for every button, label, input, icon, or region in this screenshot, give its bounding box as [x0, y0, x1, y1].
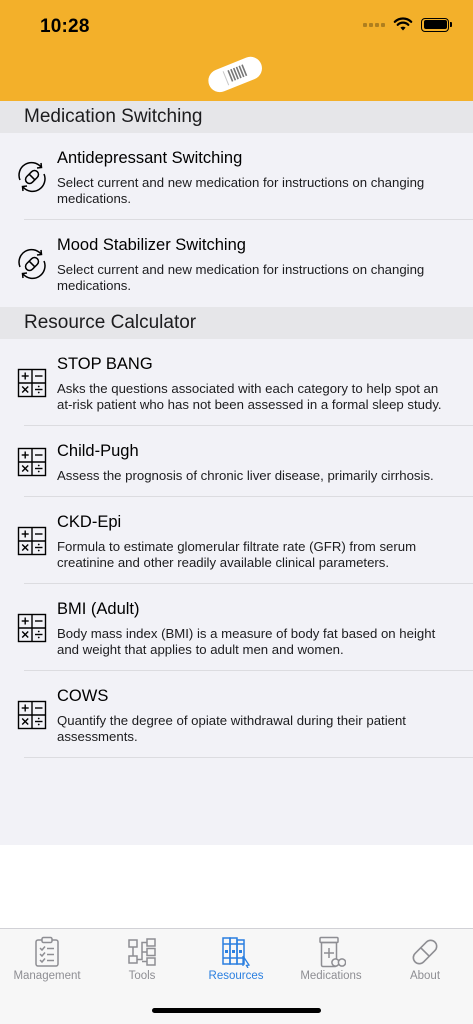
tab-tools[interactable]: Tools	[95, 929, 189, 989]
tab-about[interactable]: About	[378, 929, 472, 989]
resource-list[interactable]: Medication Switching Antidepressant Swit…	[0, 101, 473, 845]
list-item-title: COWS	[57, 687, 109, 705]
list-item-description: Select current and new medication for in…	[57, 175, 425, 206]
top-header: 10:28	[0, 0, 473, 101]
calculator-icon	[15, 524, 49, 558]
list-item-description: Assess the prognosis of chronic liver di…	[57, 468, 434, 483]
tab-label: Resources	[208, 970, 264, 982]
list-item-title: STOP BANG	[57, 355, 153, 373]
list-item-bmi-adult[interactable]: BMI (Adult) Body mass index (BMI) is a m…	[0, 584, 473, 671]
list-item-child-pugh[interactable]: Child-Pugh Assess the prognosis of chron…	[0, 426, 473, 497]
list-item-description: Quantify the degree of opiate withdrawal…	[57, 713, 406, 744]
list-item-title: BMI (Adult)	[57, 600, 140, 618]
list-item-description: Body mass index (BMI) is a measure of bo…	[57, 626, 436, 657]
calculator-icon	[15, 366, 49, 400]
status-indicators	[363, 17, 452, 32]
flowchart-icon	[127, 936, 157, 968]
medication-switch-icon	[15, 247, 49, 281]
list-item-title: Mood Stabilizer Switching	[57, 236, 246, 254]
books-icon	[221, 936, 251, 968]
list-item-description: Select current and new medication for in…	[57, 262, 425, 293]
list-item-title: CKD-Epi	[57, 513, 122, 531]
calculator-icon	[15, 611, 49, 645]
list-item-antidepressant-switching[interactable]: Antidepressant Switching Select current …	[0, 133, 473, 220]
tab-management[interactable]: Management	[0, 929, 94, 989]
clipboard-icon	[34, 936, 60, 968]
pill-bottle-icon	[316, 936, 346, 968]
status-time: 10:28	[40, 16, 90, 37]
list-item-title: Child-Pugh	[57, 442, 139, 460]
battery-icon	[421, 17, 452, 32]
list-item-description: Asks the questions associated with each …	[57, 381, 442, 412]
section-header-resource-calculator: Resource Calculator	[0, 307, 473, 339]
signal-icon	[363, 22, 385, 27]
tab-resources[interactable]: Resources	[189, 929, 283, 989]
list-item-ckd-epi[interactable]: CKD-Epi Formula to estimate glomerular f…	[0, 497, 473, 584]
calculator-icon	[15, 445, 49, 479]
tab-label: Management	[13, 970, 81, 982]
list-item-description: Formula to estimate glomerular filtrate …	[57, 539, 417, 570]
tab-label: About	[409, 970, 441, 982]
home-indicator[interactable]	[152, 1008, 321, 1013]
pill-logo-icon	[208, 56, 262, 93]
wifi-icon	[393, 17, 413, 31]
pill-icon	[409, 936, 441, 968]
section-header-medication-switching: Medication Switching	[0, 101, 473, 133]
tab-label: Tools	[128, 970, 156, 982]
list-item-mood-stabilizer-switching[interactable]: Mood Stabilizer Switching Select current…	[0, 220, 473, 307]
calculator-icon	[15, 698, 49, 732]
list-item-title: Antidepressant Switching	[57, 149, 243, 167]
medication-switch-icon	[15, 160, 49, 194]
list-item-stop-bang[interactable]: STOP BANG Asks the questions associated …	[0, 339, 473, 426]
list-item-cows[interactable]: COWS Quantify the degree of opiate withd…	[0, 671, 473, 758]
tab-medications[interactable]: Medications	[284, 929, 378, 989]
tab-label: Medications	[300, 970, 362, 982]
